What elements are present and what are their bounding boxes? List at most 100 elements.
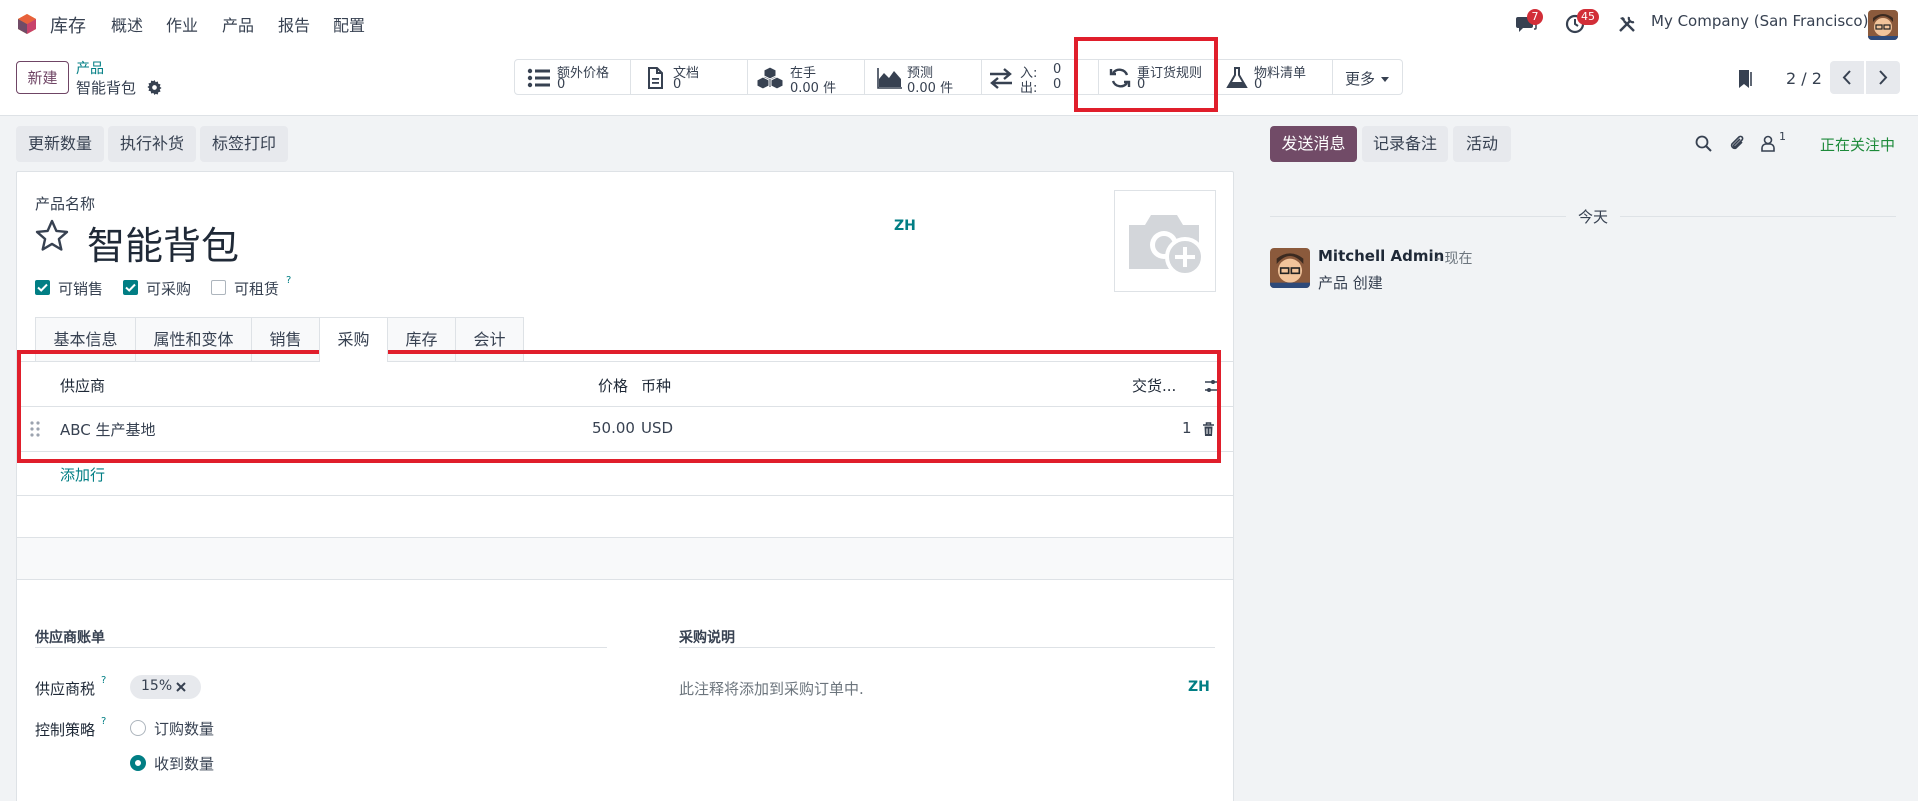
print-labels-button[interactable]: 标签打印	[200, 126, 288, 162]
day-separator-label: 今天	[1566, 206, 1621, 227]
camera-add-icon	[1129, 215, 1205, 277]
product-image-placeholder[interactable]	[1114, 190, 1216, 292]
activities-count-badge: 45	[1577, 9, 1599, 25]
tab-purchase[interactable]: 采购	[319, 317, 388, 362]
more-dropdown[interactable]: 更多	[1333, 59, 1403, 95]
vendor-tax-tag-label: 15%	[141, 678, 173, 694]
bill-of-materials-button[interactable]: 物料清单 0	[1216, 59, 1333, 95]
menu-overview[interactable]: 概述	[111, 12, 143, 36]
forecast-value: 0.00 件	[907, 81, 954, 96]
extra-prices-button[interactable]: 额外价格 0	[514, 59, 631, 95]
vendor-taxes-label: 供应商税	[35, 680, 96, 698]
search-icon[interactable]	[1695, 135, 1712, 152]
extra-prices-value: 0	[557, 77, 566, 92]
purchase-description-divider	[679, 647, 1215, 648]
favorite-star-icon[interactable]	[34, 218, 70, 254]
outgoing-value: 0	[1053, 77, 1062, 92]
bom-value: 0	[1254, 77, 1263, 92]
chevron-left-icon	[1842, 70, 1851, 85]
can-be-sold-label: 可销售	[58, 280, 104, 298]
new-button[interactable]: 新建	[16, 61, 69, 94]
product-name-label: 产品名称	[35, 195, 96, 213]
message-time: - 现在	[1435, 251, 1473, 267]
area-chart-icon	[877, 68, 902, 89]
app-logo-icon[interactable]	[16, 13, 38, 35]
follower-user-icon[interactable]	[1760, 135, 1776, 152]
vendor-bills-divider	[35, 647, 607, 648]
can-be-purchased-checkbox[interactable]	[123, 280, 138, 295]
list-icon	[527, 68, 550, 88]
menu-products[interactable]: 产品	[222, 12, 254, 36]
breadcrumb-current: 智能背包	[76, 79, 137, 97]
send-message-button[interactable]: 发送消息	[1270, 126, 1357, 162]
policy-ordered-label: 订购数量	[154, 720, 215, 738]
help-tooltip-icon[interactable]: ?	[101, 716, 106, 727]
forecast-button[interactable]: 预测 0.00 件	[865, 59, 982, 96]
can-be-rented-checkbox[interactable]	[211, 280, 226, 295]
following-status-button[interactable]: 正在关注中	[1820, 134, 1895, 155]
table-empty-row-divider	[16, 495, 1234, 496]
replenish-button[interactable]: 执行补货	[108, 126, 196, 162]
outgoing-label: 出:	[1020, 81, 1038, 96]
breadcrumb-parent[interactable]: 产品	[76, 58, 104, 78]
policy-received-label: 收到数量	[154, 755, 215, 773]
exchange-icon	[990, 68, 1012, 89]
message-author-avatar[interactable]	[1270, 248, 1310, 288]
control-policy-label: 控制策略	[35, 721, 96, 739]
gear-icon[interactable]	[147, 80, 162, 95]
translate-lang-button[interactable]: ZH	[894, 218, 916, 234]
documents-value: 0	[673, 77, 682, 92]
help-tooltip-icon[interactable]: ?	[101, 675, 106, 686]
chevron-right-icon	[1879, 70, 1888, 85]
menu-configuration[interactable]: 配置	[333, 12, 365, 36]
check-icon	[37, 283, 48, 292]
top-navbar: 库存 概述 作业 产品 报告 配置 7 45 My Company (San F…	[0, 0, 1918, 48]
app-brand[interactable]: 库存	[50, 12, 86, 38]
paperclip-icon[interactable]	[1729, 134, 1746, 153]
message-author[interactable]: Mitchell Admin	[1318, 247, 1444, 265]
update-quantity-button[interactable]: 更新数量	[16, 126, 104, 162]
can-be-purchased-label: 可采购	[146, 280, 192, 298]
purchase-description-title: 采购说明	[679, 630, 735, 646]
pager-previous-button[interactable]	[1830, 61, 1864, 94]
messages-button[interactable]: 7	[1513, 9, 1543, 36]
product-name-field[interactable]: 智能背包	[87, 215, 239, 270]
documents-button[interactable]: 文档 0	[631, 59, 748, 95]
followers-count: 1	[1779, 130, 1786, 143]
activities-button[interactable]: 45	[1563, 9, 1599, 36]
document-icon	[648, 67, 663, 89]
policy-received-radio[interactable]	[130, 755, 146, 771]
debug-tools-icon[interactable]	[1617, 14, 1637, 34]
menu-operations[interactable]: 作业	[166, 12, 198, 36]
table-empty-row	[17, 537, 1233, 580]
help-tooltip-icon[interactable]: ?	[286, 275, 291, 286]
pager-value[interactable]: 2 / 2	[1786, 69, 1822, 88]
menu-reporting[interactable]: 报告	[278, 12, 310, 36]
vendor-bills-title: 供应商账单	[35, 630, 105, 646]
on-hand-button[interactable]: 在手 0.00 件	[748, 59, 865, 96]
can-be-rented-label: 可租赁	[234, 280, 280, 298]
can-be-sold-checkbox[interactable]	[35, 280, 50, 295]
translate-lang-button[interactable]: ZH	[1188, 679, 1210, 695]
cubes-icon	[756, 67, 784, 89]
user-avatar[interactable]	[1868, 10, 1898, 40]
check-icon	[125, 283, 136, 292]
vendor-tax-tag[interactable]: 15%	[130, 675, 201, 699]
log-note-button[interactable]: 记录备注	[1362, 126, 1448, 162]
flask-icon	[1226, 67, 1248, 88]
highlight-reordering-rules	[1074, 37, 1218, 112]
caret-down-icon	[1381, 77, 1389, 82]
incoming-value: 0	[1053, 62, 1062, 77]
company-switcher[interactable]: My Company (San Francisco)	[1651, 12, 1868, 30]
more-label: 更多	[1345, 70, 1376, 88]
pager-next-button[interactable]	[1866, 61, 1900, 94]
remove-tag-icon[interactable]	[176, 682, 186, 692]
highlight-vendor-table	[17, 350, 1221, 463]
policy-ordered-radio[interactable]	[130, 720, 146, 736]
add-line-link[interactable]: 添加行	[60, 464, 105, 485]
message-body: 产品 创建	[1318, 274, 1383, 292]
purchase-description-input[interactable]: 此注释将添加到采购订单中.	[679, 678, 864, 699]
bookmark-icon[interactable]	[1736, 68, 1754, 90]
on-hand-value: 0.00 件	[790, 81, 837, 96]
activity-button[interactable]: 活动	[1453, 126, 1511, 162]
